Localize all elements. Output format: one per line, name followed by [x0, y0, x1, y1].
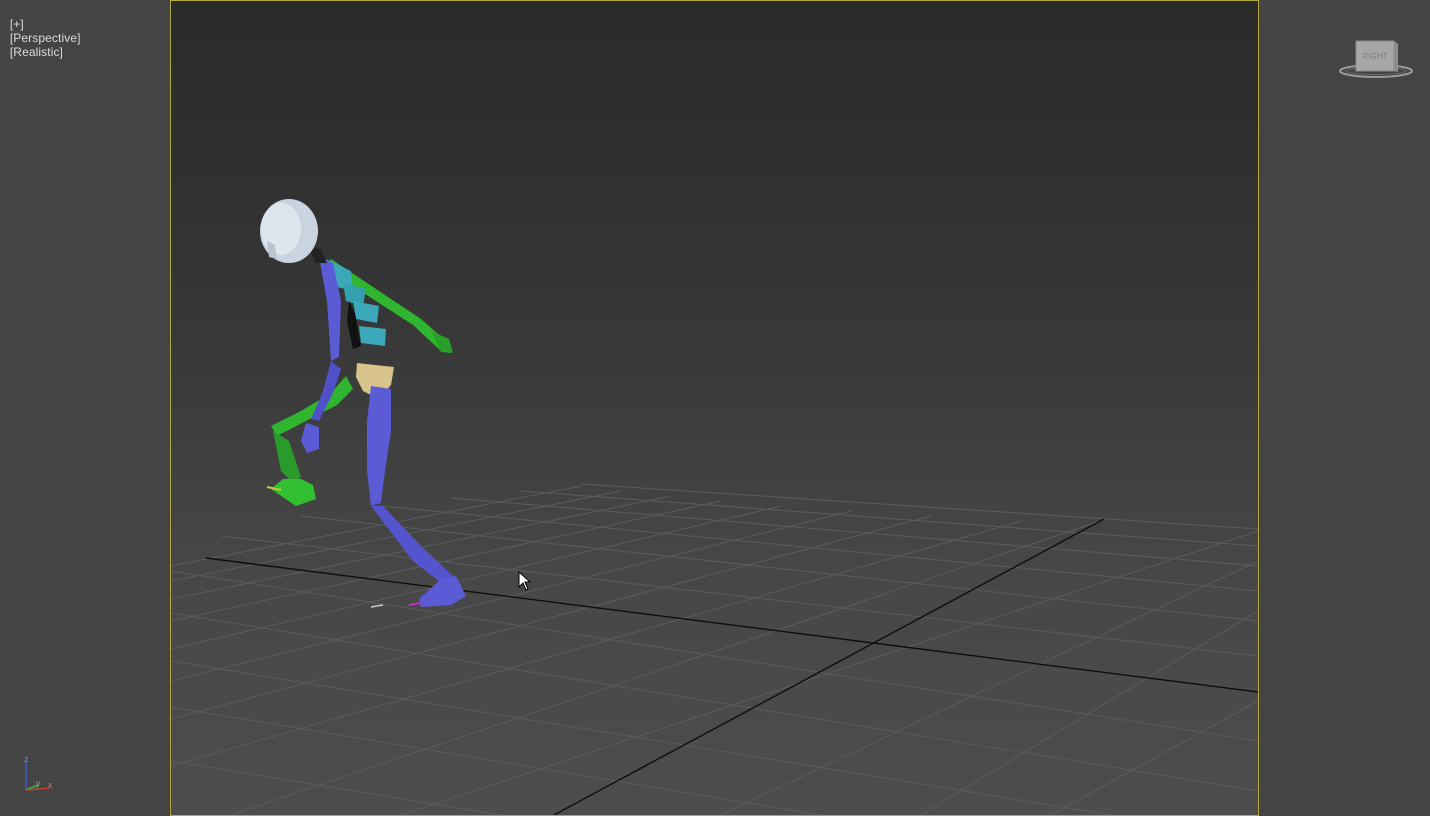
axis-x-label: x [48, 780, 53, 790]
scene-canvas [171, 199, 1258, 815]
axis-tripod: z y x [24, 754, 53, 791]
viewport-shading-menu[interactable]: [Realistic] [10, 45, 63, 59]
viewport-plus-menu[interactable]: [+] [10, 17, 24, 31]
viewcube-face-label: RIGHT [1363, 52, 1388, 61]
mouse-cursor-icon [518, 571, 532, 591]
viewport-view-menu[interactable]: [Perspective] [10, 31, 81, 45]
axis-z-label: z [24, 754, 29, 764]
axis-y-label: y [36, 778, 41, 788]
viewport-label[interactable]: [+] [Perspective] [Realistic] [3, 3, 81, 59]
viewcube-icon[interactable]: RIGHT [1336, 38, 1416, 82]
home-grid [171, 483, 1258, 815]
perspective-viewport[interactable] [170, 0, 1259, 816]
biped-character [260, 199, 466, 608]
